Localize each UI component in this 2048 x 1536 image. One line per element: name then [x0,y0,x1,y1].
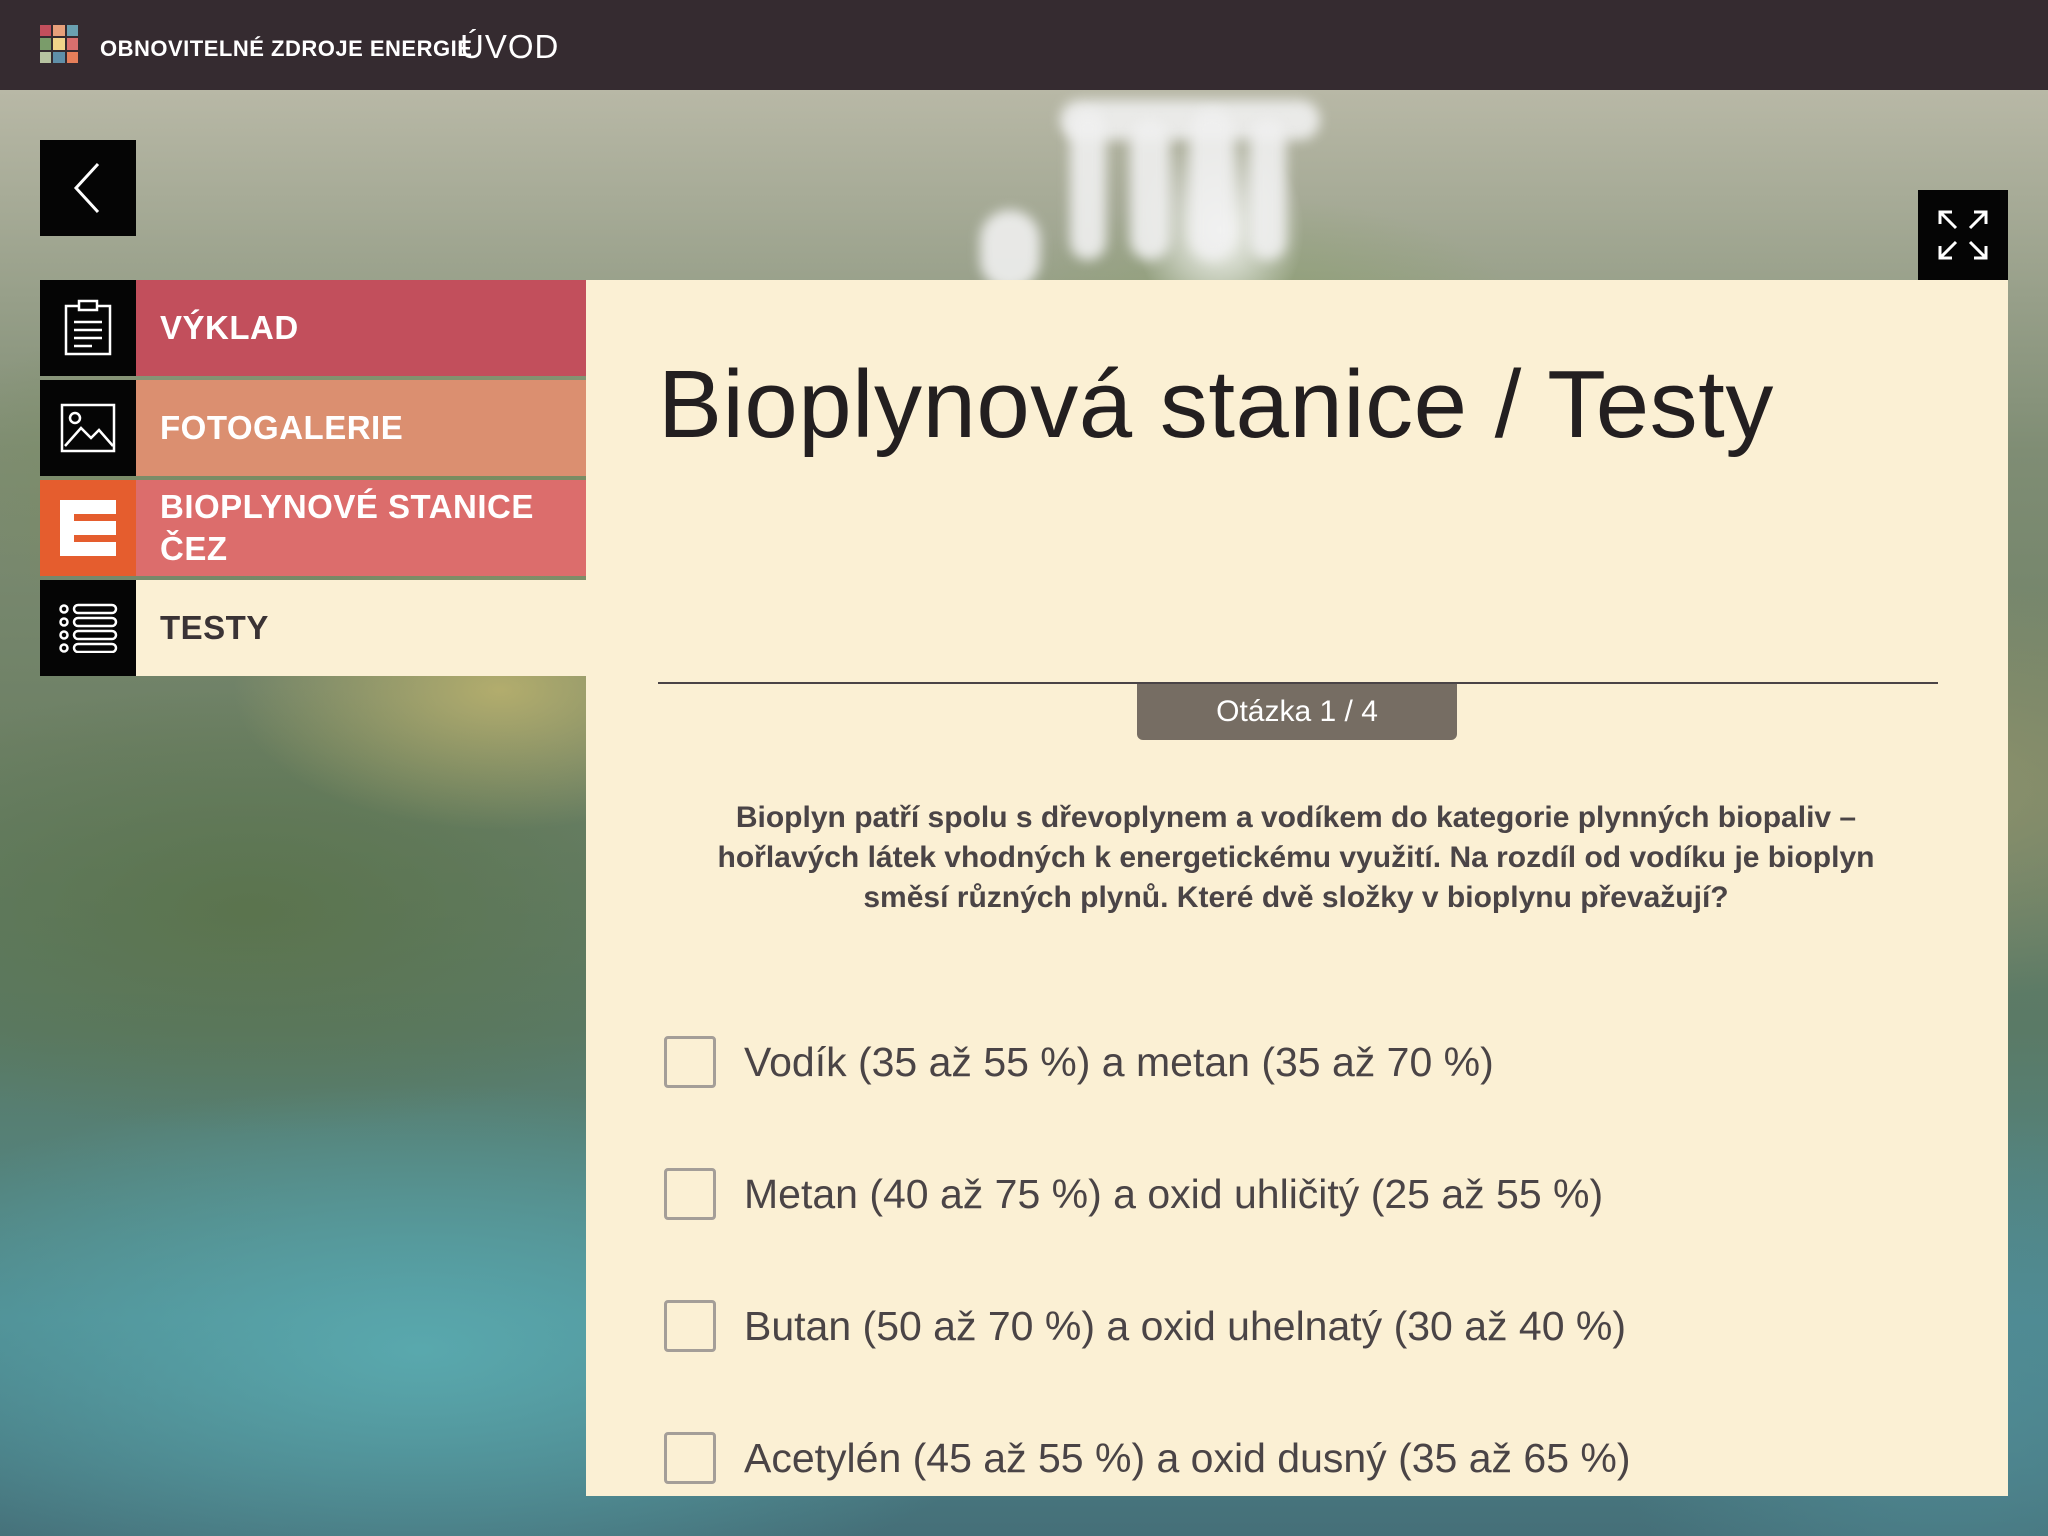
cez-logo-icon [40,480,136,576]
fullscreen-button[interactable] [1918,190,2008,280]
answer-checkbox[interactable] [664,1432,716,1484]
sidebar-item-label: VÝKLAD [136,280,586,376]
app-logo-icon[interactable] [40,25,78,63]
expand-icon [1938,210,1988,260]
list-icon [40,580,136,676]
section-title[interactable]: ÚVOD [460,28,559,66]
image-icon [40,380,136,476]
answer-option-4[interactable]: Acetylén (45 až 55 %) a oxid dusný (35 a… [664,1392,1631,1524]
sidebar-item-bioplynove-stanice-cez[interactable]: BIOPLYNOVÉ STANICE ČEZ [40,480,586,576]
sidebar-item-label: BIOPLYNOVÉ STANICE ČEZ [136,480,586,576]
answer-label[interactable]: Acetylén (45 až 55 %) a oxid dusný (35 a… [744,1435,1631,1482]
answer-option-3[interactable]: Butan (50 až 70 %) a oxid uhelnatý (30 a… [664,1260,1631,1392]
back-button[interactable] [40,140,136,236]
sidebar-item-label: TESTY [136,580,586,676]
answer-label[interactable]: Metan (40 až 75 %) a oxid uhličitý (25 a… [744,1171,1603,1218]
question-text: Bioplyn patří spolu s dřevoplynem a vodí… [717,801,1875,914]
sidebar-item-fotogalerie[interactable]: FOTOGALERIE [40,380,586,476]
sidebar-item-vyklad[interactable]: VÝKLAD [40,280,586,376]
answer-option-2[interactable]: Metan (40 až 75 %) a oxid uhličitý (25 a… [664,1128,1631,1260]
clipboard-icon [40,280,136,376]
chevron-left-icon [73,162,100,214]
answer-label[interactable]: Vodík (35 až 55 %) a metan (35 až 70 %) [744,1039,1494,1086]
app-title[interactable]: OBNOVITELNÉ ZDROJE ENERGIE [100,36,472,62]
sidebar-item-testy[interactable]: TESTY [40,580,586,676]
answer-option-1[interactable]: Vodík (35 až 55 %) a metan (35 až 70 %) [664,996,1631,1128]
answer-list: Vodík (35 až 55 %) a metan (35 až 70 %) … [664,996,1631,1524]
top-bar: OBNOVITELNÉ ZDROJE ENERGIE ÚVOD [0,0,2048,90]
content-panel: Bioplynová stanice / Testy Otázka 1 / 4 … [586,280,2008,1496]
page-title: Bioplynová stanice / Testy [658,351,1774,458]
answer-checkbox[interactable] [664,1168,716,1220]
sidebar-nav: VÝKLAD FOTOGALERIE BIOPLYNOVÉ STANICE ČE… [40,280,586,680]
answer-label[interactable]: Butan (50 až 70 %) a oxid uhelnatý (30 a… [744,1303,1626,1350]
question-counter-badge: Otázka 1 / 4 [1137,684,1457,740]
sidebar-item-label: FOTOGALERIE [136,380,586,476]
answer-checkbox[interactable] [664,1300,716,1352]
answer-checkbox[interactable] [664,1036,716,1088]
